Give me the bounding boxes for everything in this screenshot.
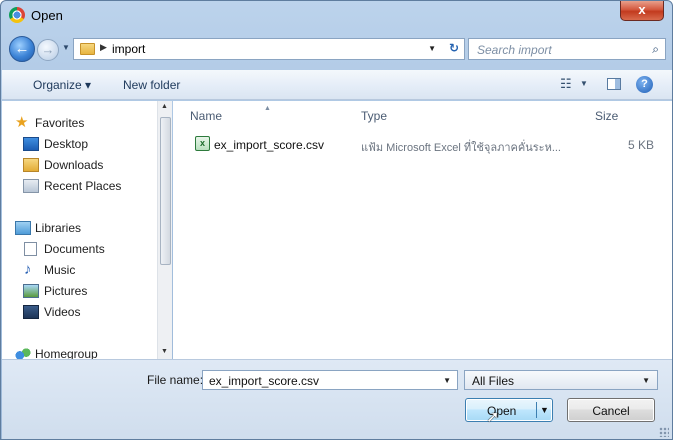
- back-button[interactable]: ←: [9, 36, 35, 62]
- file-type-value: All Files: [472, 374, 515, 388]
- nav-libraries-label: Libraries: [35, 221, 82, 235]
- file-row[interactable]: x ex_import_score.csv แฟ้ม Microsoft Exc…: [173, 133, 672, 155]
- nav-desktop[interactable]: Desktop: [2, 134, 152, 154]
- nav-scrollbar[interactable]: ▲ ▼: [157, 101, 172, 359]
- excel-csv-icon: x: [195, 136, 210, 151]
- forward-button[interactable]: →: [37, 39, 59, 61]
- nav-favorites[interactable]: ★ Favorites: [2, 113, 152, 133]
- forward-arrow-icon: →: [41, 42, 55, 57]
- address-row: ← → ▼ ▶ import ▼ ↻ Search import ⌕: [1, 34, 672, 64]
- file-name: ex_import_score.csv: [214, 138, 325, 152]
- file-type-select[interactable]: All Files ▼: [464, 370, 658, 390]
- nav-music-label: Music: [44, 263, 76, 277]
- nav-favorites-label: Favorites: [35, 116, 85, 130]
- open-dialog: Open x ← → ▼ ▶ import ▼ ↻ Search import …: [0, 0, 673, 440]
- bottom-panel: File name: ex_import_score.csv ▼ All Fil…: [2, 359, 672, 439]
- nav-downloads[interactable]: Downloads: [2, 155, 152, 175]
- file-name-value: ex_import_score.csv: [209, 374, 320, 388]
- libraries-icon: [15, 221, 31, 235]
- refresh-icon[interactable]: ↻: [449, 41, 459, 55]
- column-header-size[interactable]: Size: [595, 109, 618, 123]
- title-bar: Open x: [1, 1, 672, 29]
- close-button[interactable]: x: [620, 1, 664, 21]
- scroll-up-icon[interactable]: ▲: [161, 103, 168, 110]
- nav-recent-places-label: Recent Places: [44, 179, 122, 193]
- cancel-button-label: Cancel: [592, 404, 630, 418]
- file-size: 5 KB: [627, 138, 654, 152]
- search-input[interactable]: Search import ⌕: [468, 38, 666, 60]
- address-dropdown-icon[interactable]: ▼: [428, 44, 436, 53]
- documents-icon: [24, 242, 37, 256]
- nav-homegroup[interactable]: Homegroup: [2, 344, 152, 359]
- chrome-app-icon: [9, 7, 25, 23]
- search-placeholder: Search import: [477, 43, 552, 57]
- nav-videos-label: Videos: [44, 305, 81, 319]
- scroll-thumb[interactable]: [160, 117, 171, 265]
- nav-documents[interactable]: Documents: [2, 239, 152, 259]
- back-arrow-icon: ←: [14, 40, 30, 57]
- nav-pictures-label: Pictures: [44, 284, 88, 298]
- file-name-label: File name:: [147, 373, 204, 387]
- nav-documents-label: Documents: [44, 242, 105, 256]
- file-name-input[interactable]: ex_import_score.csv ▼: [202, 370, 458, 390]
- column-header-name[interactable]: Name: [190, 109, 222, 123]
- open-button[interactable]: Open ▼: [465, 398, 553, 422]
- star-icon: ★: [15, 114, 29, 131]
- mouse-cursor-icon: ➚: [486, 409, 500, 426]
- change-view-icon[interactable]: ☷: [560, 76, 572, 92]
- navigation-pane: ★ Favorites Desktop Downloads Recent Pla…: [2, 101, 172, 359]
- file-type: แฟ้ม Microsoft Excel ที่ใช้จุลภาคคั่นระห…: [361, 142, 561, 154]
- nav-recent-places[interactable]: Recent Places: [2, 176, 152, 196]
- desktop-icon: [23, 137, 39, 151]
- file-name-dropdown-icon[interactable]: ▼: [443, 376, 451, 385]
- nav-pictures[interactable]: Pictures: [2, 281, 152, 301]
- open-dropdown-icon[interactable]: ▼: [540, 405, 549, 415]
- nav-music[interactable]: ♪ Music: [2, 260, 152, 280]
- breadcrumb-import[interactable]: import: [112, 42, 145, 56]
- cancel-button[interactable]: Cancel: [567, 398, 655, 422]
- videos-icon: [23, 305, 39, 319]
- new-folder-button[interactable]: New folder: [123, 78, 180, 92]
- nav-desktop-label: Desktop: [44, 137, 89, 151]
- toolbar: Organize ▾ New folder ☷ ▼ ?: [2, 70, 672, 100]
- file-type-dropdown-icon[interactable]: ▼: [642, 376, 650, 385]
- pictures-icon: [23, 284, 39, 298]
- help-icon[interactable]: ?: [636, 76, 653, 93]
- folder-icon: [80, 43, 95, 55]
- open-split-divider: [536, 402, 537, 418]
- nav-libraries[interactable]: Libraries: [2, 218, 152, 238]
- window-title: Open: [31, 8, 63, 23]
- scroll-down-icon[interactable]: ▼: [161, 348, 168, 355]
- view-dropdown-icon[interactable]: ▼: [580, 79, 588, 88]
- column-header-type[interactable]: Type: [361, 109, 387, 123]
- breadcrumb-chevron-icon[interactable]: ▶: [100, 42, 107, 53]
- preview-pane-icon[interactable]: [607, 78, 621, 90]
- downloads-folder-icon: [23, 158, 39, 172]
- recent-places-icon: [23, 179, 39, 193]
- resize-grip-icon[interactable]: [659, 427, 669, 437]
- sort-ascending-icon: ▲: [264, 105, 271, 112]
- address-bar[interactable]: ▶ import ▼ ↻: [73, 38, 465, 60]
- homegroup-icon: [15, 347, 31, 359]
- search-icon[interactable]: ⌕: [652, 42, 659, 57]
- recent-locations-dropdown-icon[interactable]: ▼: [62, 43, 70, 52]
- file-list: Name ▲ Type Size x ex_import_score.csv แ…: [173, 101, 672, 359]
- nav-videos[interactable]: Videos: [2, 302, 152, 322]
- nav-downloads-label: Downloads: [44, 158, 104, 172]
- nav-homegroup-label: Homegroup: [35, 347, 98, 359]
- music-icon: ♪: [24, 261, 32, 278]
- organize-menu[interactable]: Organize ▾: [33, 78, 91, 92]
